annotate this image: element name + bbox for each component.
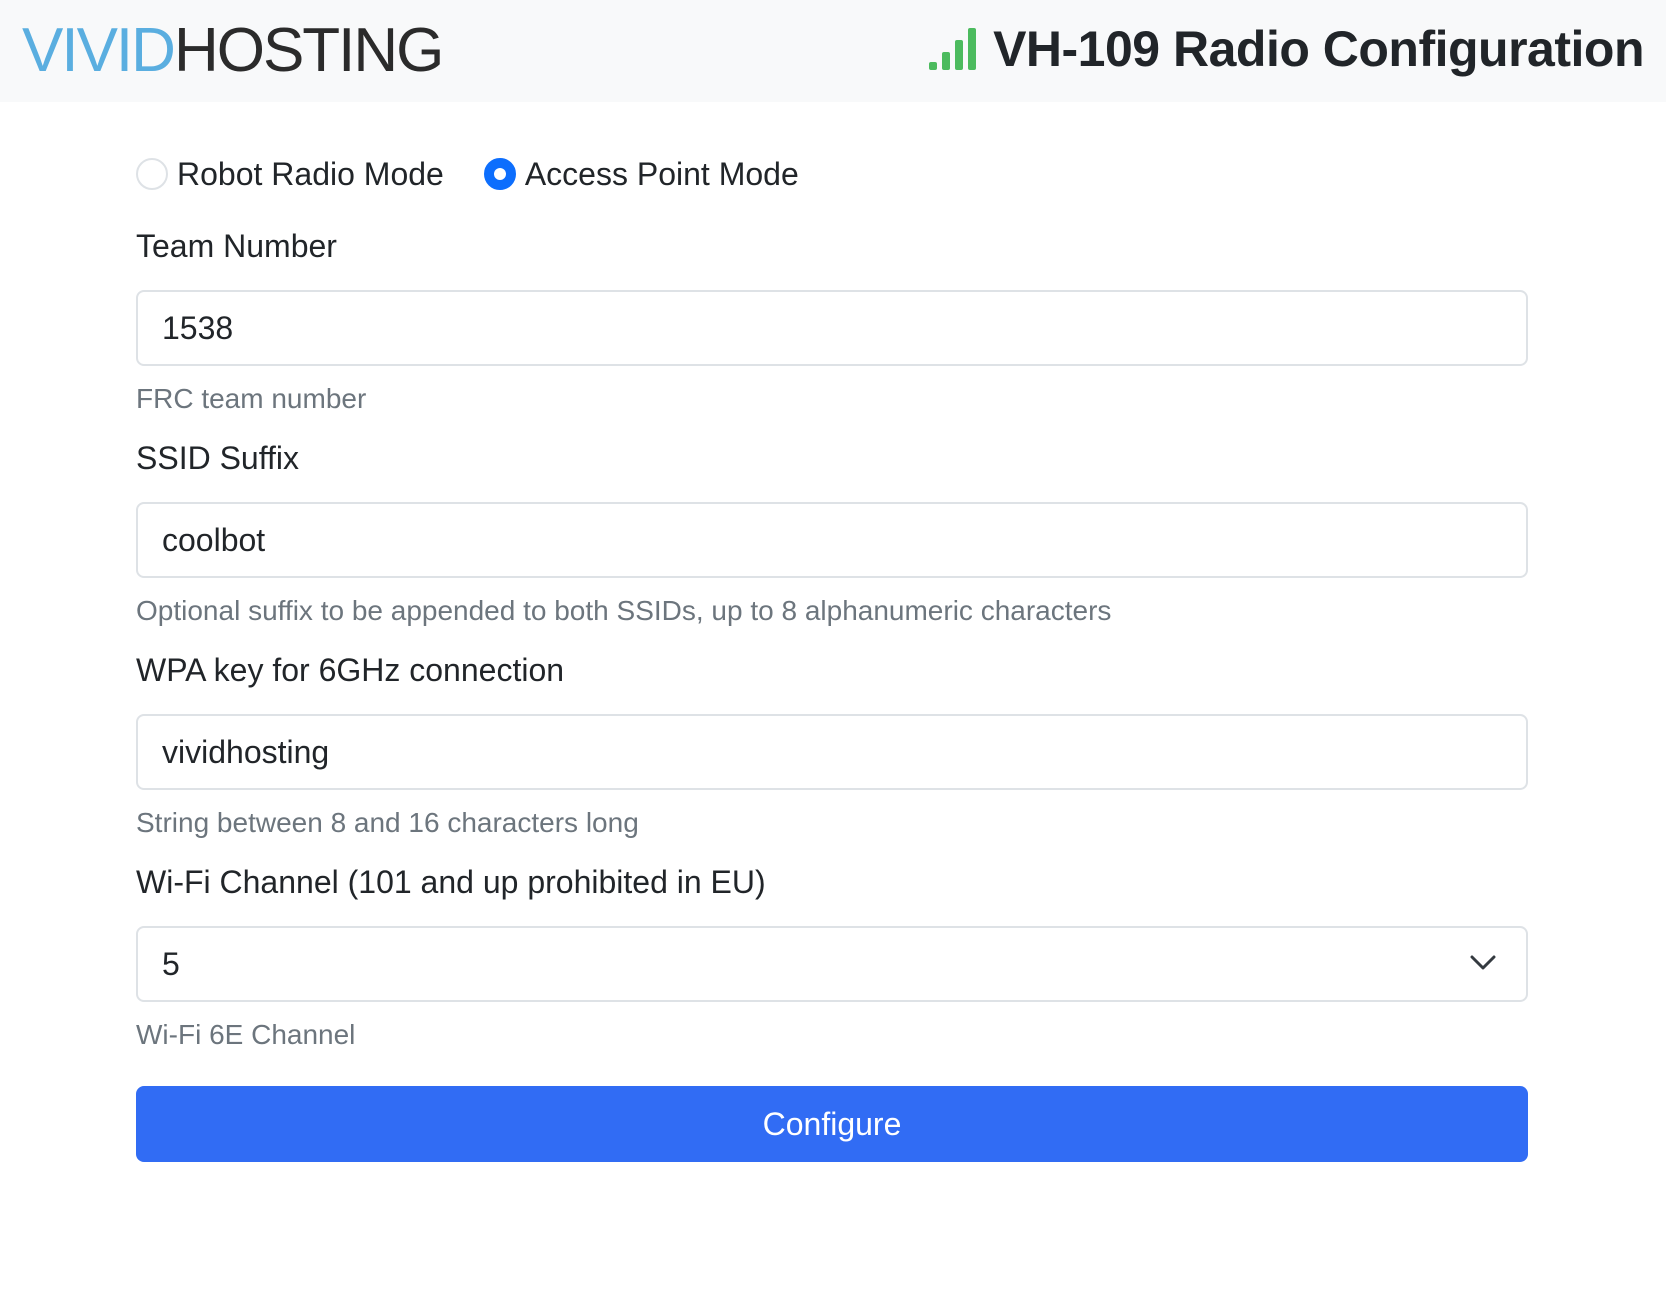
signal-bars-icon [929, 26, 981, 72]
configure-button[interactable]: Configure [136, 1086, 1528, 1162]
page-title: VH-109 Radio Configuration [993, 21, 1644, 77]
wpa-key-label: WPA key for 6GHz connection [136, 652, 565, 688]
access-point-mode-radio[interactable] [483, 158, 516, 190]
team-number-help: FRC team number [136, 383, 367, 414]
robot-radio-mode-radio[interactable] [136, 158, 168, 190]
signal-bar [968, 28, 977, 70]
wpa-key-value: vividhosting [162, 733, 330, 770]
team-number-label: Team Number [136, 228, 337, 264]
signal-bar [942, 52, 951, 70]
logo-vivid-text: VIVID [22, 16, 176, 85]
wpa-key-input[interactable]: vividhosting [136, 714, 1528, 790]
access-point-mode-label[interactable]: Access Point Mode [525, 156, 799, 193]
chevron-down-icon[interactable] [1470, 955, 1496, 971]
logo-hosting-text: HOSTING [173, 16, 444, 85]
team-number-value: 1538 [162, 309, 234, 346]
robot-radio-mode-label[interactable]: Robot Radio Mode [177, 156, 444, 193]
mode-radio-group: Robot Radio Mode Access Point Mode [136, 140, 1528, 208]
wifi-channel-label: Wi-Fi Channel (101 and up prohibited in … [136, 864, 766, 900]
ssid-suffix-help: Optional suffix to be appended to both S… [136, 595, 1112, 626]
signal-bar [929, 62, 938, 70]
ssid-suffix-input[interactable]: coolbot [136, 502, 1528, 578]
ssid-suffix-value: coolbot [162, 521, 266, 558]
title-group: VH-109 Radio Configuration [929, 14, 1644, 84]
wpa-key-help: String between 8 and 16 characters long [136, 807, 639, 838]
wifi-channel-select[interactable]: 5 [136, 926, 1528, 1002]
vividhosting-logo: VIVIDHOSTING [22, 14, 444, 88]
signal-bar [955, 40, 964, 70]
configuration-form: Robot Radio Mode Access Point Mode Team … [136, 140, 1528, 1162]
page-header: VIVIDHOSTING VH-109 Radio Configuration [0, 0, 1666, 102]
robot-radio-mode-option[interactable]: Robot Radio Mode [136, 156, 444, 193]
ssid-suffix-label: SSID Suffix [136, 440, 300, 476]
access-point-mode-option[interactable]: Access Point Mode [483, 156, 799, 193]
wifi-channel-help: Wi-Fi 6E Channel [136, 1019, 356, 1050]
team-number-input[interactable]: 1538 [136, 290, 1528, 366]
wifi-channel-value: 5 [162, 945, 180, 982]
